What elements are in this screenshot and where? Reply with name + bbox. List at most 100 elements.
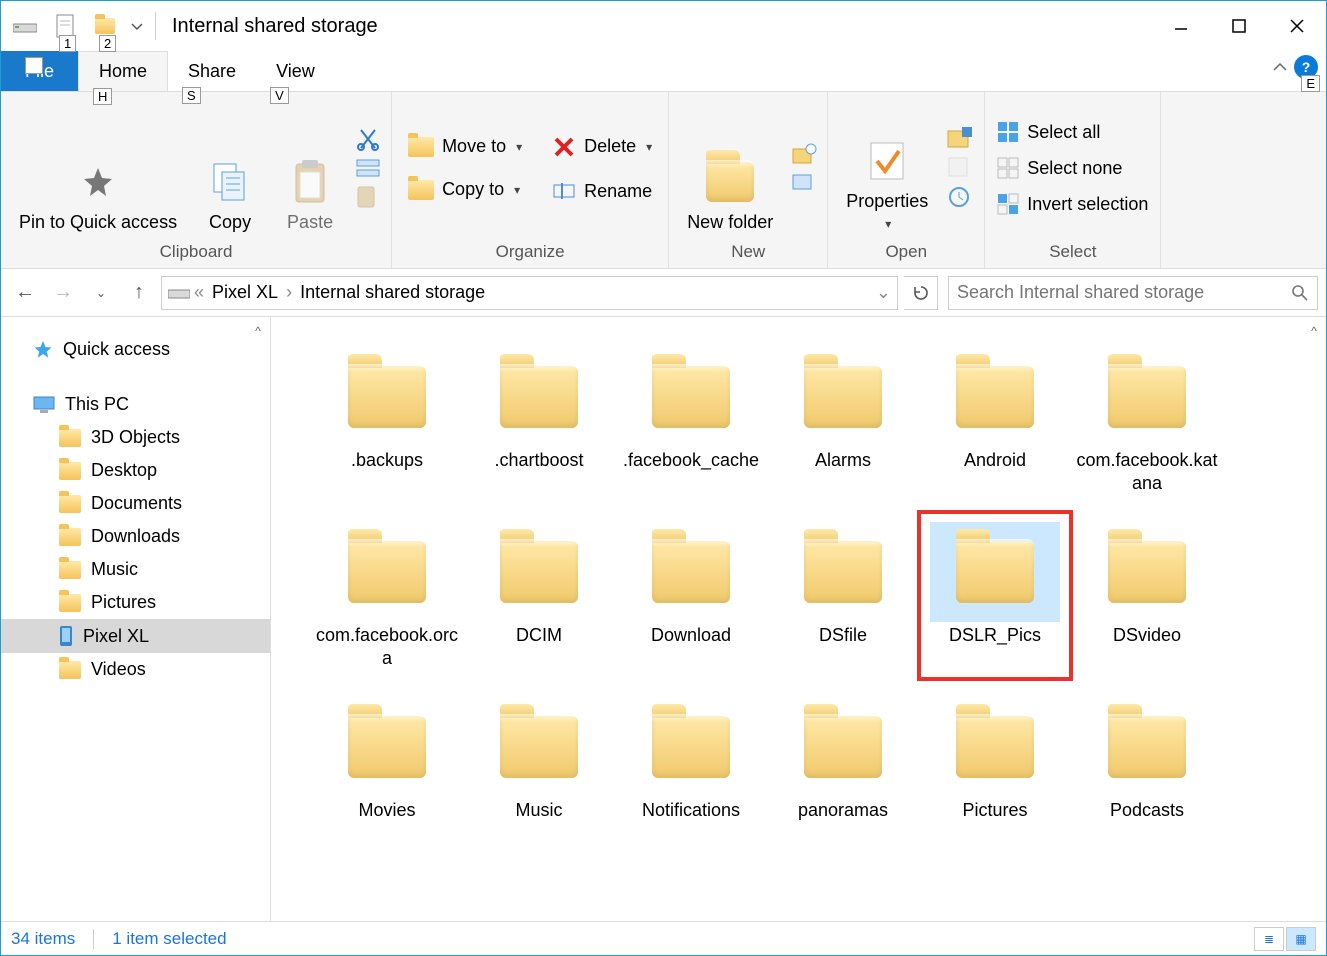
copy-button[interactable]: Copy [195, 98, 265, 238]
folder-name: Music [515, 799, 562, 822]
properties-button[interactable]: Properties▾ [838, 98, 936, 238]
select-all-button[interactable]: Select all [995, 119, 1150, 145]
tab-view[interactable]: View V [256, 51, 335, 91]
pin-quick-access-button[interactable]: Pin to Quick access [11, 98, 185, 238]
breadcrumb-parent[interactable]: Pixel XL [208, 282, 282, 303]
folder-item[interactable]: .facebook_cache [615, 337, 767, 504]
view-icons-button[interactable]: ▦ [1286, 927, 1316, 951]
history-icon[interactable] [946, 185, 974, 209]
folder-item[interactable]: panoramas [767, 687, 919, 832]
folder-name: DSLR_Pics [949, 624, 1041, 647]
folder-icon [59, 594, 81, 612]
folder-item[interactable]: DSfile [767, 512, 919, 679]
folder-item[interactable]: Download [615, 512, 767, 679]
folder-item[interactable]: Android [919, 337, 1071, 504]
tree-item-label: Desktop [91, 460, 157, 481]
tree-scroll-up-icon[interactable]: ^ [250, 323, 266, 339]
new-item-icon[interactable] [791, 143, 817, 165]
folder-icon [500, 716, 578, 778]
forward-button[interactable]: → [47, 277, 79, 309]
tree-item[interactable]: Music [1, 553, 270, 586]
folder-name: Notifications [642, 799, 740, 822]
maximize-button[interactable] [1210, 5, 1268, 47]
new-folder-button[interactable]: New folder [679, 98, 781, 238]
folder-item[interactable]: Alarms [767, 337, 919, 504]
folder-name: Download [651, 624, 731, 647]
search-input[interactable] [957, 282, 1291, 303]
back-button[interactable]: ← [9, 277, 41, 309]
collapse-ribbon-icon[interactable] [1272, 61, 1288, 73]
folder-grid: .backups.chartboost.facebook_cacheAlarms… [311, 337, 1306, 840]
folder-item[interactable]: DSLR_Pics [919, 512, 1071, 679]
folder-item[interactable]: com.facebook.orca [311, 512, 463, 679]
tree-item[interactable]: Pictures [1, 586, 270, 619]
paste-button[interactable]: Paste [275, 98, 345, 238]
minimize-button[interactable] [1152, 5, 1210, 47]
breadcrumb[interactable]: « Pixel XL › Internal shared storage ⌄ [161, 276, 898, 310]
edit-icon[interactable] [946, 155, 974, 179]
select-none-button[interactable]: Select none [995, 155, 1150, 181]
recent-dropdown[interactable]: ⌄ [85, 277, 117, 309]
folder-item[interactable]: DCIM [463, 512, 615, 679]
drive-icon [168, 286, 190, 300]
title-bar: 1 2 Internal shared storage [1, 1, 1326, 51]
tab-home[interactable]: Home H [78, 51, 168, 91]
content-scroll-up-icon[interactable]: ^ [1306, 323, 1322, 339]
tree-quick-access[interactable]: Quick access [1, 333, 270, 366]
ribbon-tabs: File F Home H Share S View V ? E [1, 51, 1326, 91]
folder-item[interactable]: .chartboost [463, 337, 615, 504]
cut-icon[interactable] [355, 126, 381, 152]
view-details-button[interactable]: ≣ [1254, 927, 1284, 951]
quick-access-toolbar: 1 2 [5, 6, 149, 46]
tab-share[interactable]: Share S [168, 51, 256, 91]
tree-item-label: Downloads [91, 526, 180, 547]
open-icon[interactable] [946, 127, 974, 149]
folder-icon [1108, 541, 1186, 603]
paste-shortcut-icon[interactable] [355, 184, 381, 210]
move-to-button[interactable]: Move to▾ [402, 134, 528, 159]
rename-button[interactable]: Rename [546, 179, 658, 204]
tree-item[interactable]: 3D Objects [1, 421, 270, 454]
qat-folder-icon[interactable]: 2 [85, 6, 125, 46]
breadcrumb-current[interactable]: Internal shared storage [296, 282, 489, 303]
easy-access-icon[interactable] [791, 171, 817, 193]
tree-item[interactable]: Documents [1, 487, 270, 520]
breadcrumb-dropdown[interactable]: ⌄ [876, 282, 891, 303]
copy-to-button[interactable]: Copy to▾ [402, 177, 528, 202]
delete-button[interactable]: Delete▾ [546, 133, 658, 161]
close-button[interactable] [1268, 5, 1326, 47]
folder-item[interactable]: Pictures [919, 687, 1071, 832]
qat-drive-icon[interactable] [5, 6, 45, 46]
keytip-h: H [93, 88, 112, 105]
copy-path-icon[interactable] [355, 158, 381, 178]
tree-item[interactable]: Downloads [1, 520, 270, 553]
search-icon[interactable] [1291, 284, 1309, 302]
folder-name: panoramas [798, 799, 888, 822]
tree-item-label: 3D Objects [91, 427, 180, 448]
folder-item[interactable]: Movies [311, 687, 463, 832]
qat-dropdown[interactable] [125, 6, 149, 46]
phone-icon [59, 625, 73, 647]
keytip-f: F [25, 57, 43, 74]
folder-name: com.facebook.orca [315, 624, 459, 669]
qat-doc1-icon[interactable]: 1 [45, 6, 85, 46]
keytip-v: V [270, 87, 289, 104]
refresh-button[interactable] [904, 276, 938, 310]
tab-file[interactable]: File F [1, 51, 78, 91]
invert-selection-button[interactable]: Invert selection [995, 191, 1150, 217]
content-pane[interactable]: ^ .backups.chartboost.facebook_cacheAlar… [271, 317, 1326, 921]
folder-item[interactable]: DSvideo [1071, 512, 1223, 679]
tree-item[interactable]: Videos [1, 653, 270, 686]
folder-item[interactable]: Podcasts [1071, 687, 1223, 832]
folder-item[interactable]: Notifications [615, 687, 767, 832]
tree-item[interactable]: Desktop [1, 454, 270, 487]
tree-item[interactable]: Pixel XL [1, 619, 270, 653]
folder-item[interactable]: com.facebook.katana [1071, 337, 1223, 504]
folder-item[interactable]: Music [463, 687, 615, 832]
status-item-count: 34 items [11, 929, 75, 949]
folder-item[interactable]: .backups [311, 337, 463, 504]
navigation-tree[interactable]: ^ Quick access This PC 3D Objects Desktop… [1, 317, 271, 921]
up-button[interactable]: ↑ [123, 277, 155, 309]
tree-this-pc[interactable]: This PC [1, 388, 270, 421]
search-box[interactable] [948, 276, 1318, 310]
